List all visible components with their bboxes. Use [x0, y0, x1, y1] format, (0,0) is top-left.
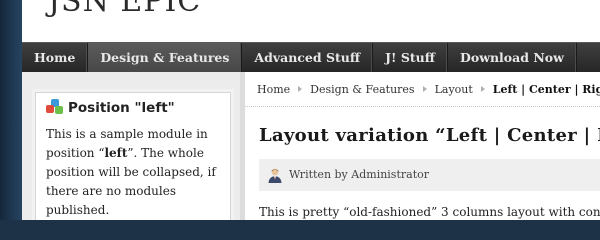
menu-item-advanced-stuff[interactable]: Advanced Stuff — [242, 43, 374, 73]
breadcrumb-design-features[interactable]: Design & Features — [310, 83, 414, 96]
module-title: Position "left" — [68, 100, 175, 116]
article-meta: Written by Administrator — [259, 159, 600, 191]
site-title[interactable]: JSN EPIC — [48, 0, 201, 19]
menu-item-download-now[interactable]: Download Now — [448, 43, 577, 73]
breadcrumb-arrow-icon — [422, 86, 427, 92]
module-body: This is a sample module in position “lef… — [46, 125, 226, 220]
menu-item-j-stuff[interactable]: J! Stuff — [373, 43, 449, 73]
left-module: Position "left" This is a sample module … — [35, 92, 231, 220]
module-title-row: Position "left" — [46, 99, 175, 116]
user-icon — [268, 168, 282, 183]
article-title[interactable]: Layout variation “Left | Center | Right” — [259, 125, 600, 146]
page-edge-background — [0, 0, 22, 220]
main-menu: Home Design & Features Advanced Stuff J!… — [22, 42, 600, 73]
breadcrumb-layout[interactable]: Layout — [435, 83, 473, 96]
breadcrumb-divider — [245, 106, 600, 107]
breadcrumb-arrow-icon — [298, 86, 303, 92]
module-body-keyword: left — [104, 146, 128, 160]
page: JSN EPIC Home Design & Features Advanced… — [22, 0, 600, 220]
main-content: Home Design & Features Layout Left | Center… — [245, 72, 600, 220]
header: JSN EPIC — [22, 0, 600, 42]
breadcrumb: Home Design & Features Layout Left | Center… — [257, 83, 600, 96]
breadcrumb-arrow-icon — [480, 86, 485, 92]
written-by: Written by Administrator — [289, 168, 429, 181]
breadcrumb-current: Left | Center | Right — [492, 83, 600, 96]
breadcrumb-home[interactable]: Home — [257, 83, 290, 96]
menu-item-design-features[interactable]: Design & Features — [88, 43, 243, 73]
colored-blocks-icon — [46, 99, 64, 114]
menu-item-home[interactable]: Home — [22, 43, 89, 73]
article-intro: This is pretty “old-fashioned” 3 columns… — [259, 205, 600, 219]
left-sidebar: Position "left" This is a sample module … — [22, 72, 240, 220]
